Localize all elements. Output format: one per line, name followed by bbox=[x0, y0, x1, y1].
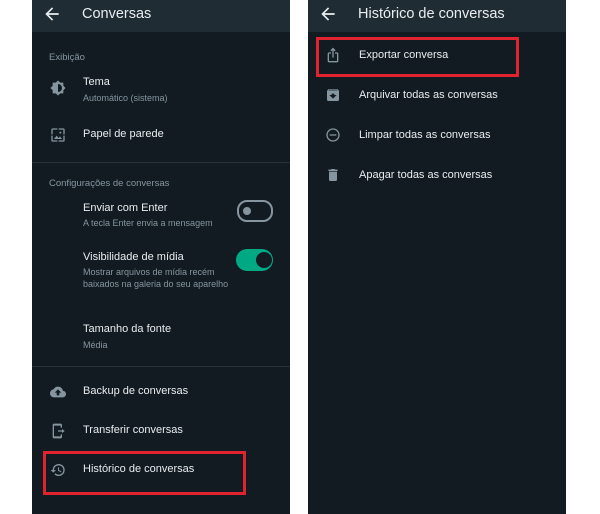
chat-history-screen: Histórico de conversas Exportar conversa… bbox=[308, 0, 566, 514]
archive-all-label: Arquivar todas as conversas bbox=[359, 89, 498, 101]
brightness-icon bbox=[50, 80, 66, 96]
toggle-knob bbox=[243, 207, 251, 215]
chat-backup-label: Backup de conversas bbox=[83, 385, 189, 397]
font-size-value: Média bbox=[83, 340, 108, 350]
archive-icon bbox=[325, 87, 341, 103]
wallpaper-icon bbox=[50, 127, 66, 143]
trash-icon bbox=[325, 167, 341, 183]
highlight-box bbox=[316, 37, 519, 77]
page-title: Histórico de conversas bbox=[358, 6, 505, 22]
phone-transfer-icon bbox=[50, 423, 66, 439]
enter-send-description: A tecla Enter envia a mensagem bbox=[83, 218, 213, 228]
media-visibility-description: Mostrar arquivos de mídia recém baixados… bbox=[83, 267, 229, 289]
minus-circle-icon bbox=[325, 127, 341, 143]
page-title: Conversas bbox=[82, 6, 152, 22]
back-arrow-icon[interactable] bbox=[318, 4, 338, 24]
delete-all-label: Apagar todas as conversas bbox=[359, 169, 493, 181]
theme-label: Tema bbox=[83, 76, 110, 88]
theme-value: Automático (sistema) bbox=[83, 93, 168, 103]
chat-settings-screen: Conversas Exibição Tema Automático (sist… bbox=[32, 0, 290, 514]
toggle-knob bbox=[256, 252, 272, 268]
cloud-upload-icon bbox=[50, 384, 66, 400]
highlight-box bbox=[43, 451, 246, 495]
enter-send-label: Enviar com Enter bbox=[83, 202, 168, 214]
divider bbox=[32, 366, 290, 367]
clear-all-label: Limpar todas as conversas bbox=[359, 129, 491, 141]
section-header-display: Exibição bbox=[49, 52, 85, 63]
app-bar: Conversas bbox=[32, 0, 290, 32]
transfer-chats-label: Transferir conversas bbox=[83, 424, 183, 436]
media-visibility-label: Visibilidade de mídia bbox=[83, 251, 184, 263]
font-size-label: Tamanho da fonte bbox=[83, 323, 172, 335]
app-bar: Histórico de conversas bbox=[308, 0, 566, 32]
divider bbox=[32, 162, 290, 163]
media-visibility-toggle[interactable] bbox=[236, 249, 273, 271]
enter-send-toggle[interactable] bbox=[237, 200, 273, 222]
section-header-chat-settings: Configurações de conversas bbox=[49, 178, 170, 189]
wallpaper-label: Papel de parede bbox=[83, 128, 164, 140]
back-arrow-icon[interactable] bbox=[42, 4, 62, 24]
